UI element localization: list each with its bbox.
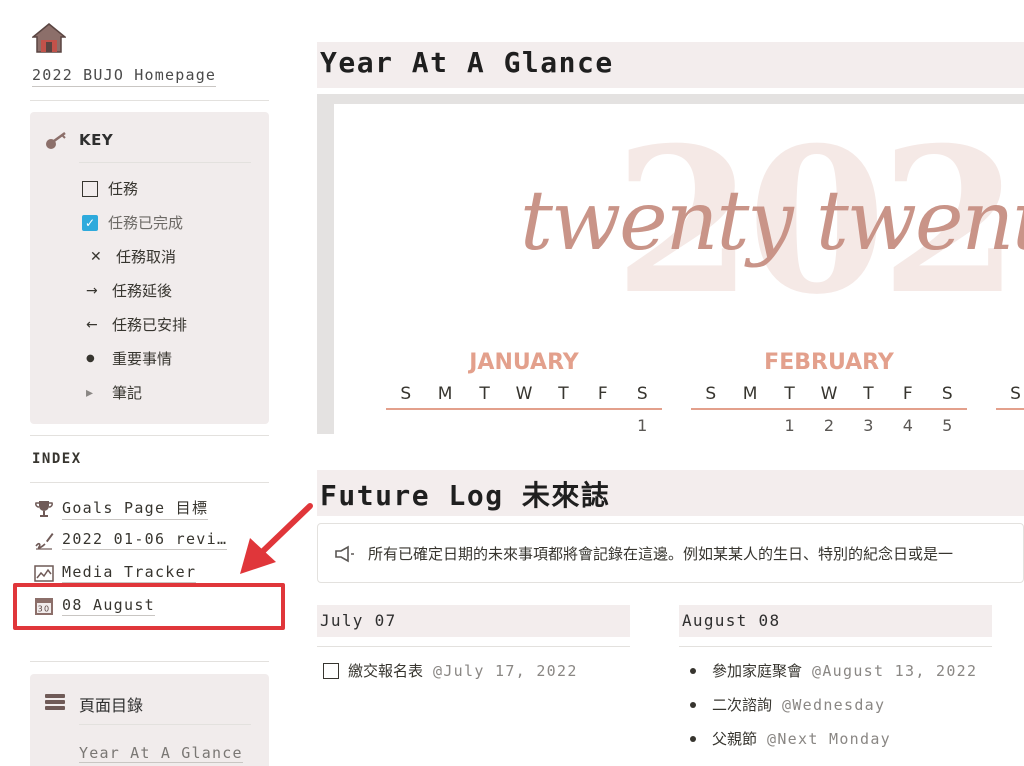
heading-future-log: Future Log 未來誌 — [320, 479, 611, 512]
list-item: 二次諮詢 @Wednesday — [684, 694, 885, 715]
red-arrow-icon — [240, 503, 313, 574]
date-mention[interactable]: @July 17, 2022 — [433, 662, 578, 680]
todo-item[interactable]: 繳交報名表 @July 17, 2022 — [323, 660, 578, 681]
toc-link-year-at-a-glance[interactable]: Year At A Glance — [79, 744, 243, 763]
index-item-review[interactable]: 2022 01-06 revi… — [34, 530, 228, 550]
home-icon[interactable] — [32, 22, 66, 54]
key-title: KEY — [79, 131, 114, 149]
days-row-january: 1 — [637, 416, 648, 434]
trophy-icon — [35, 500, 53, 517]
arrow-left-icon: ← — [86, 316, 98, 333]
list-icon — [45, 694, 65, 710]
triangle-icon: ▸ — [86, 384, 94, 401]
index-item-goals[interactable]: Goals Page 目標 — [34, 497, 209, 520]
toc-title: 頁面目錄 — [79, 696, 144, 715]
calendar-image: 2022 twenty twenty t JANUARY SM TW TF S … — [334, 104, 1024, 434]
bullet-icon: ● — [86, 353, 95, 364]
date-mention[interactable]: @Wednesday — [782, 696, 885, 714]
homepage-link[interactable]: 2022 BUJO Homepage — [32, 66, 217, 87]
cross-icon: ✕ — [90, 248, 102, 265]
key-item-important: ● 重要事情 — [86, 350, 173, 368]
dow-row-february: SM TW TF S — [691, 384, 967, 410]
date-mention[interactable]: @Next Monday — [767, 730, 891, 748]
chart-icon — [34, 565, 54, 582]
index-item-media-tracker[interactable]: Media Tracker — [34, 563, 197, 583]
bullet-icon — [690, 667, 696, 674]
month-january: JANUARY — [469, 350, 579, 375]
days-row-february: 12 34 5 — [784, 416, 953, 434]
key-item-task-done: ✓ 任務已完成 — [82, 212, 183, 233]
callout-text: 所有已確定日期的未來事項都將會記錄在這邊。例如某某人的生日、特別的紀念日或是一 — [368, 545, 954, 563]
month-february: FEBRUARY — [764, 350, 894, 375]
megaphone-icon — [335, 545, 354, 563]
index-title: INDEX — [32, 451, 82, 467]
key-item-task: 任務 — [82, 178, 138, 199]
key-item-note: ▸ 筆記 — [86, 384, 143, 402]
bullet-icon — [690, 701, 696, 708]
list-item: 參加家庭聚會 @August 13, 2022 — [684, 660, 977, 681]
key-panel — [30, 112, 269, 424]
script-title: twenty twenty t — [520, 174, 1024, 269]
key-item-task-scheduled: ← 任務已安排 — [86, 316, 188, 334]
bullet-icon — [690, 735, 696, 742]
signature-icon — [35, 533, 54, 550]
dow-row-january: SM TW TF S — [386, 384, 662, 410]
highlight-box — [13, 583, 285, 630]
column-heading-august: August 08 — [679, 605, 992, 637]
checked-checkbox-icon: ✓ — [82, 214, 98, 231]
list-item: 父親節 @Next Monday — [684, 728, 891, 749]
checkbox-icon — [82, 180, 98, 197]
date-mention[interactable]: @August 13, 2022 — [812, 662, 977, 680]
dow-row-march-partial: S — [996, 384, 1024, 410]
checkbox-icon[interactable] — [323, 662, 339, 679]
key-item-task-cancelled: ✕ 任務取消 — [90, 248, 177, 266]
key-icon — [46, 131, 66, 149]
column-heading-july: July 07 — [317, 605, 630, 637]
key-item-task-deferred: → 任務延後 — [86, 282, 173, 300]
page-title-year-at-a-glance: Year At A Glance — [320, 46, 614, 79]
arrow-right-icon: → — [86, 282, 98, 299]
